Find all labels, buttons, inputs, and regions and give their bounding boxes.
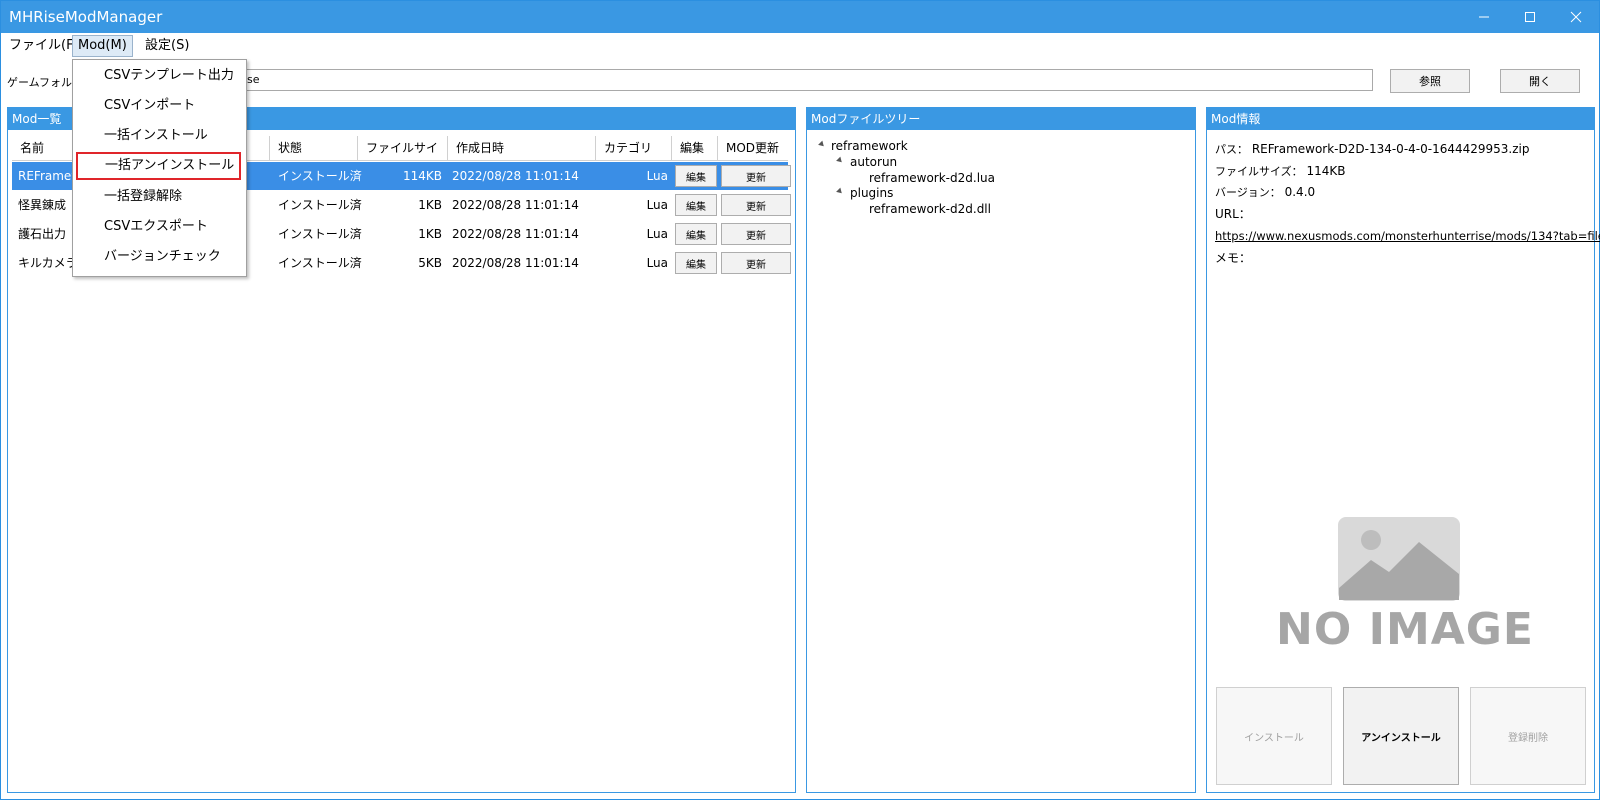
update-button[interactable]: 更新 xyxy=(721,165,791,187)
menu-bar: ファイル(F) Mod(M) 設定(S) xyxy=(1,33,1599,59)
update-button[interactable]: 更新 xyxy=(721,223,791,245)
row-name: キルカメラ削 xyxy=(18,256,78,270)
path-value: REFramework-D2D-134-0-4-0-1644429953.zip xyxy=(1251,142,1530,156)
expand-triangle-icon[interactable] xyxy=(836,187,844,196)
info-version: バージョン： 0.4.0 xyxy=(1215,184,1315,201)
col-size[interactable]: ファイルサイズ xyxy=(358,136,448,179)
landscape-picture-icon xyxy=(1338,517,1460,601)
edit-button[interactable]: 編集 xyxy=(675,223,717,245)
menu-item-csv-template-export[interactable]: CSVテンプレート出力 xyxy=(74,62,243,90)
maximize-icon xyxy=(1525,12,1535,22)
mod-info-title: Mod情報 xyxy=(1207,108,1594,130)
row-date: 2022/08/28 11:01:14 xyxy=(452,256,579,270)
menu-item-version-check[interactable]: バージョンチェック xyxy=(74,243,243,271)
col-category[interactable]: カテゴリ xyxy=(596,136,672,160)
tree-node-autorun[interactable]: autorun xyxy=(850,154,897,170)
menu-item-csv-import[interactable]: CSVインポート xyxy=(74,92,243,120)
game-folder-input[interactable]: ise xyxy=(73,69,1373,91)
expand-triangle-icon[interactable] xyxy=(818,140,826,149)
menu-item-csv-export[interactable]: CSVエクスポート xyxy=(74,213,243,241)
col-status[interactable]: 状態 xyxy=(270,136,358,160)
row-status: インストール済 xyxy=(278,198,362,212)
row-date: 2022/08/28 11:01:14 xyxy=(452,198,579,212)
row-date: 2022/08/28 11:01:14 xyxy=(452,227,579,241)
row-date: 2022/08/28 11:01:14 xyxy=(452,169,579,183)
close-icon xyxy=(1570,11,1582,23)
tree-node-plugins[interactable]: plugins xyxy=(850,185,893,201)
info-size: ファイルサイズ： 114KB xyxy=(1215,163,1346,180)
row-category: Lua xyxy=(646,256,668,270)
tree-node-plugins-file[interactable]: reframework-d2d.dll xyxy=(869,201,991,217)
row-size: 1KB xyxy=(418,198,442,212)
install-button[interactable]: インストール xyxy=(1216,687,1332,785)
update-button[interactable]: 更新 xyxy=(721,194,791,216)
memo-label: メモ： xyxy=(1215,251,1252,265)
version-value: 0.4.0 xyxy=(1284,185,1316,199)
edit-button[interactable]: 編集 xyxy=(675,194,717,216)
title-bar: MHRiseModManager xyxy=(1,1,1599,33)
size-label: ファイルサイズ： xyxy=(1215,165,1303,178)
maximize-button[interactable] xyxy=(1507,1,1553,33)
mod-menu-dropdown: CSVテンプレート出力 CSVインポート 一括インストール 一括アンインストール… xyxy=(72,59,247,277)
edit-button[interactable]: 編集 xyxy=(675,165,717,187)
row-size: 1KB xyxy=(418,227,442,241)
mod-info-panel: Mod情報 パス： REFramework-D2D-134-0-4-0-1644… xyxy=(1206,107,1600,793)
minimize-button[interactable] xyxy=(1461,1,1507,33)
row-status: インストール済 xyxy=(278,227,362,241)
open-button[interactable]: 開く xyxy=(1500,69,1580,93)
row-category: Lua xyxy=(646,169,668,183)
url-link[interactable]: https://www.nexusmods.com/monsterhunterr… xyxy=(1215,228,1600,244)
row-size: 114KB xyxy=(402,169,442,183)
size-value: 114KB xyxy=(1306,164,1346,178)
col-update[interactable]: MOD更新 xyxy=(718,136,788,160)
close-button[interactable] xyxy=(1553,1,1599,33)
minimize-icon xyxy=(1479,16,1489,18)
info-path: パス： REFramework-D2D-134-0-4-0-1644429953… xyxy=(1215,141,1530,158)
row-category: Lua xyxy=(646,198,668,212)
tree-node-root[interactable]: reframework xyxy=(831,138,908,154)
col-date[interactable]: 作成日時 xyxy=(448,136,596,160)
menu-settings[interactable]: 設定(S) xyxy=(140,36,194,56)
menu-item-bulk-uninstall[interactable]: 一括アンインストール xyxy=(76,152,241,180)
uninstall-button[interactable]: アンインストール xyxy=(1343,687,1459,785)
browse-button[interactable]: 参照 xyxy=(1390,69,1470,93)
row-name: 護石出力 xyxy=(18,227,67,241)
path-label: パス： xyxy=(1215,143,1248,156)
menu-item-bulk-unregister[interactable]: 一括登録解除 xyxy=(74,183,243,211)
tree-node-autorun-file[interactable]: reframework-d2d.lua xyxy=(869,170,995,186)
row-name: REFramew xyxy=(18,169,78,183)
version-label: バージョン： xyxy=(1215,186,1281,199)
row-status: インストール済 xyxy=(278,256,362,270)
menu-item-bulk-install[interactable]: 一括インストール xyxy=(74,122,243,150)
row-status: インストール済 xyxy=(278,169,362,183)
update-button[interactable]: 更新 xyxy=(721,252,791,274)
row-size: 5KB xyxy=(418,256,442,270)
expand-triangle-icon[interactable] xyxy=(836,156,844,165)
unregister-button[interactable]: 登録削除 xyxy=(1470,687,1586,785)
row-name: 怪異錬成 xyxy=(18,198,67,212)
row-category: Lua xyxy=(646,227,668,241)
menu-mod[interactable]: Mod(M) xyxy=(72,35,133,57)
col-edit[interactable]: 編集 xyxy=(672,136,718,160)
main-window: MHRiseModManager ファイル(F) Mod(M) 設定(S) ゲー… xyxy=(0,0,1600,800)
file-tree-title: Modファイルツリー xyxy=(807,108,1195,130)
no-image-text: NO IMAGE xyxy=(1276,604,1534,655)
window-title: MHRiseModManager xyxy=(9,8,163,26)
no-image-placeholder: NO IMAGE xyxy=(1265,516,1545,676)
url-label: URL： xyxy=(1215,207,1251,221)
edit-button[interactable]: 編集 xyxy=(675,252,717,274)
file-tree-panel: Modファイルツリー reframework autorun reframewo… xyxy=(806,107,1196,793)
